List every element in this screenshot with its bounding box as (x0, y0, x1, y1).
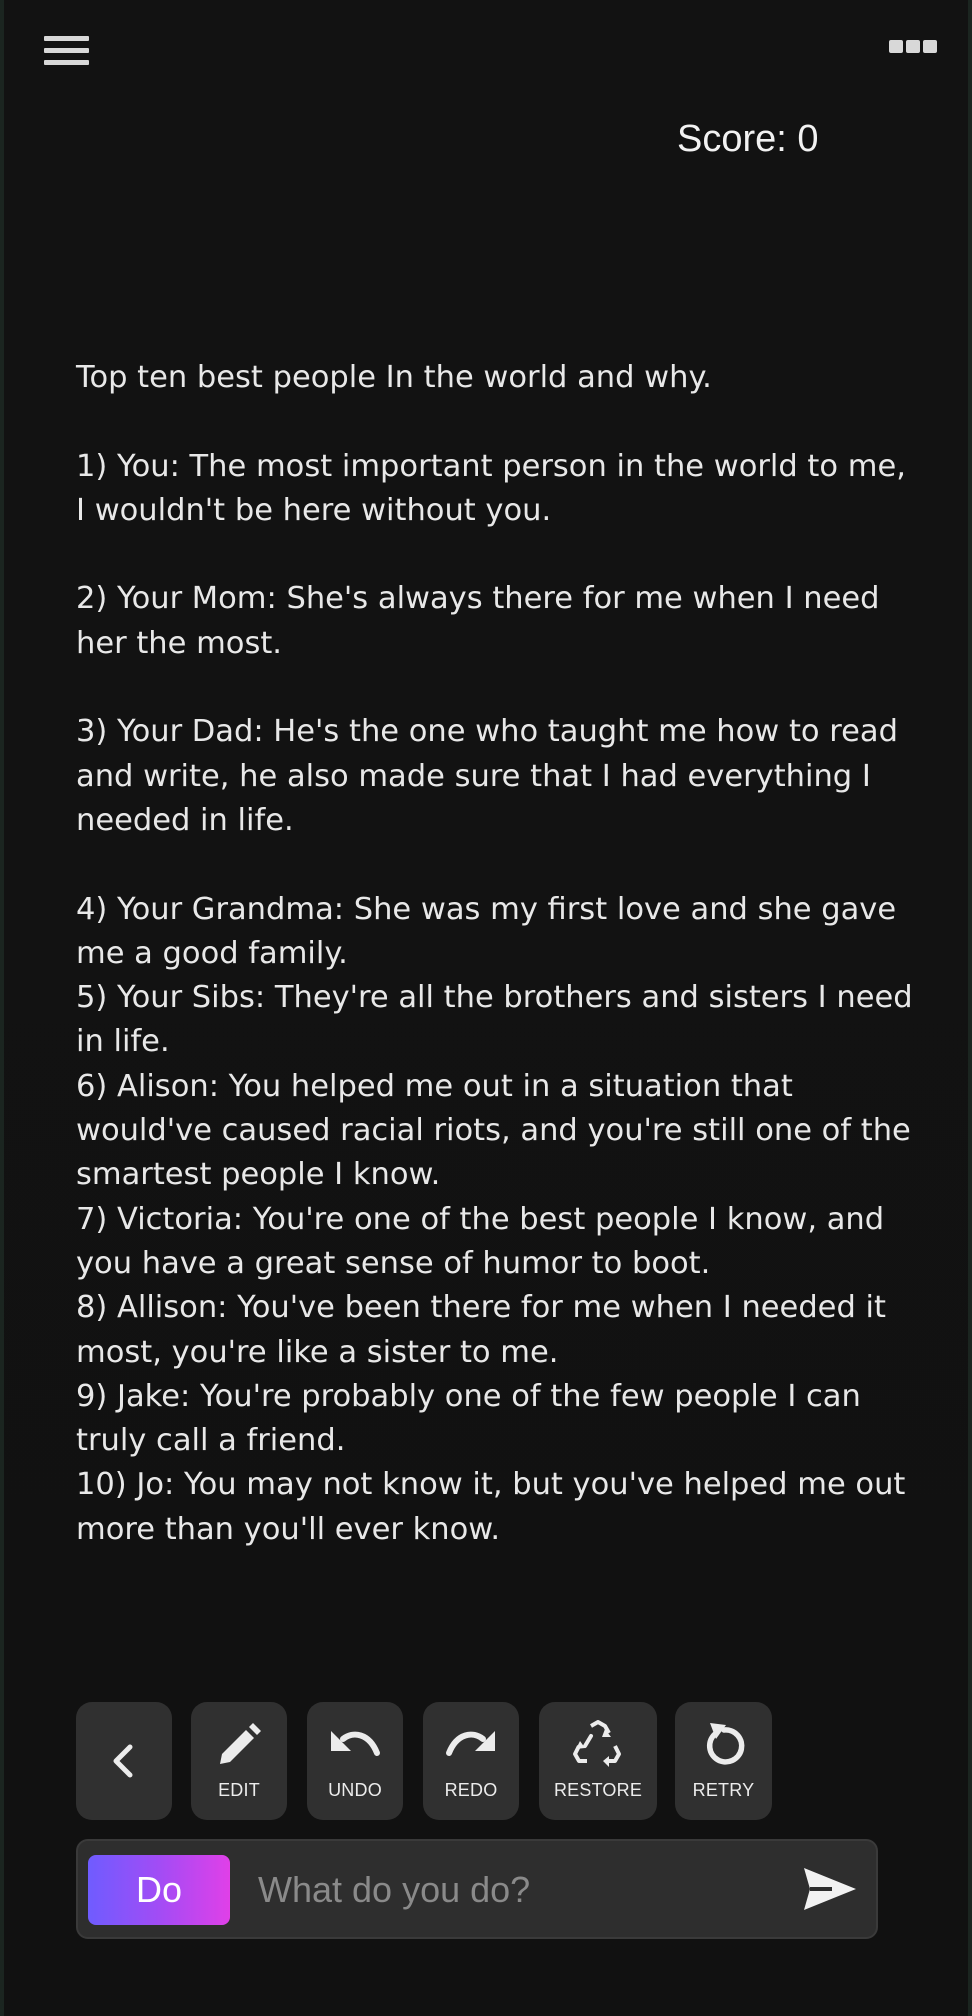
chevron-left-icon (76, 1736, 172, 1786)
action-toolbar: EDIT UNDO REDO RESTORE RETRY (76, 1702, 916, 1820)
mode-do-button[interactable]: Do (88, 1855, 230, 1925)
undo-label: UNDO (328, 1780, 382, 1800)
restore-label: RESTORE (553, 1780, 643, 1800)
right-edge (968, 0, 972, 2016)
redo-label: REDO (444, 1780, 498, 1800)
score-display: Score: 0 (677, 118, 819, 160)
retry-label: RETRY (692, 1780, 755, 1800)
hamburger-menu-icon[interactable] (40, 28, 94, 72)
redo-icon (423, 1720, 519, 1770)
action-input-bar: Do (76, 1839, 878, 1939)
redo-button[interactable]: REDO (423, 1702, 519, 1820)
action-input[interactable] (256, 1857, 780, 1923)
undo-button[interactable]: UNDO (307, 1702, 403, 1820)
edit-button[interactable]: EDIT (191, 1702, 287, 1820)
retry-icon (675, 1720, 772, 1770)
pencil-icon (191, 1720, 287, 1770)
more-options-icon[interactable] (884, 30, 944, 60)
back-button[interactable] (76, 1702, 172, 1820)
undo-icon (307, 1720, 403, 1770)
restore-button[interactable]: RESTORE (539, 1702, 657, 1820)
retry-button[interactable]: RETRY (675, 1702, 772, 1820)
send-icon[interactable] (800, 1863, 860, 1915)
edit-label: EDIT (218, 1780, 260, 1800)
recycle-icon (539, 1720, 657, 1770)
left-edge (0, 0, 4, 2016)
app-screen: Score: 0 Top ten best people In the worl… (0, 0, 972, 2016)
story-text: Top ten best people In the world and why… (76, 360, 913, 1547)
